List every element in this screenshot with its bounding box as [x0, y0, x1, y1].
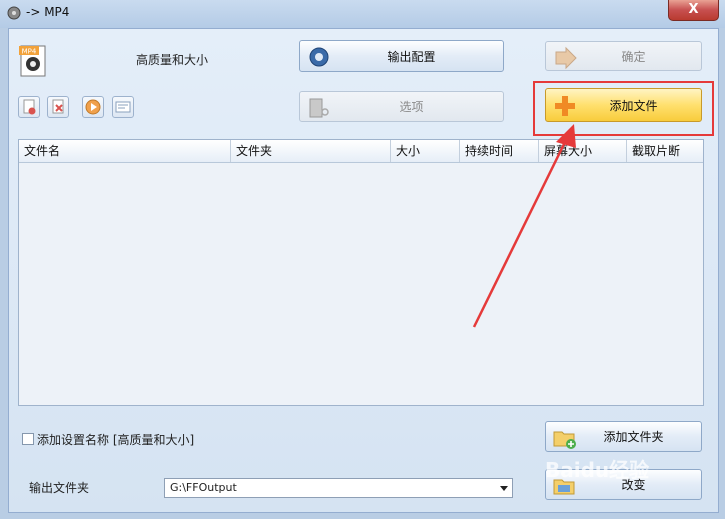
remove-icon[interactable]: [18, 96, 40, 118]
column-clip[interactable]: 截取片断: [627, 140, 703, 162]
options-label: 选项: [399, 100, 424, 114]
ok-button[interactable]: 确定: [545, 41, 702, 71]
column-folder[interactable]: 文件夹: [231, 140, 391, 162]
ok-label: 确定: [621, 49, 646, 64]
settings-gear-icon: [309, 47, 329, 67]
annotation-arrow: [472, 124, 576, 328]
title-bar: -> MP4 X: [0, 0, 725, 28]
close-button[interactable]: X: [668, 0, 719, 21]
clear-list-icon[interactable]: [47, 96, 69, 118]
app-icon: [7, 6, 21, 20]
column-size[interactable]: 大小: [391, 140, 460, 162]
add-folder-button[interactable]: 添加文件夹: [545, 421, 702, 452]
window-title: -> MP4: [26, 5, 70, 19]
dropdown-arrow-icon[interactable]: [500, 486, 508, 491]
svg-text:MP4: MP4: [22, 48, 37, 56]
output-folder-label: 输出文件夹: [29, 481, 90, 495]
arrow-right-icon: [555, 46, 577, 70]
baidu-watermark: Baidu经验: [545, 458, 650, 482]
add-folder-label: 添加文件夹: [603, 430, 664, 444]
folder-add-icon: [553, 431, 576, 449]
output-folder-select[interactable]: G:\FFOutput: [164, 478, 513, 498]
film-scissors-icon: [309, 98, 329, 118]
output-config-button[interactable]: 输出配置: [299, 40, 504, 72]
output-folder-value: G:\FFOutput: [170, 481, 237, 494]
file-list-table[interactable]: 文件名 文件夹 大小 持续时间 屏幕大小 截取片断: [18, 139, 704, 406]
info-icon[interactable]: [112, 96, 134, 118]
mp4-format-icon: MP4: [18, 44, 48, 78]
table-header: 文件名 文件夹 大小 持续时间 屏幕大小 截取片断: [19, 140, 703, 163]
play-icon[interactable]: [82, 96, 104, 118]
add-setting-name-checkbox[interactable]: [22, 433, 34, 445]
add-setting-name-label: 添加设置名称 [高质量和大小]: [37, 433, 195, 447]
column-filename[interactable]: 文件名: [19, 140, 231, 162]
options-button[interactable]: 选项: [299, 91, 504, 122]
output-config-label: 输出配置: [387, 49, 436, 64]
profile-name: 高质量和大小: [136, 53, 209, 67]
